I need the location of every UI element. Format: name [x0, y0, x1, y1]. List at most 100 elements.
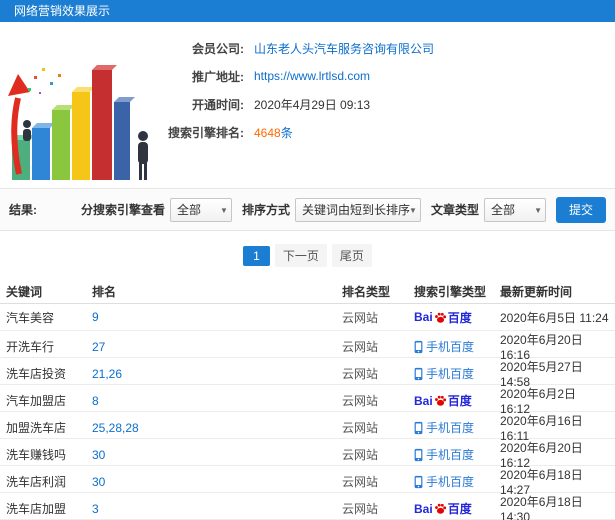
updated-cell: 2020年6月18日 14:30	[500, 495, 583, 520]
engine-rank-count: 4648	[254, 125, 281, 140]
table-row: 洗车店加盟 3 云网站 Bai 百度 2020年6月18日 14:30	[0, 493, 615, 520]
baidu-logo-text-bai: Bai	[414, 310, 433, 324]
engine-cell: Bai 百度 手机百度	[414, 392, 500, 409]
phone-icon	[414, 421, 423, 434]
baidu-logo-text-bai: Bai	[414, 393, 433, 408]
engine-cell: Bai 百度 手机百度	[414, 473, 500, 490]
rank-cell[interactable]: 27	[92, 340, 342, 354]
header-rank-type: 排名类型	[342, 284, 391, 299]
engine-filter-selected-value: 全部	[176, 202, 201, 217]
keyword-cell: 洗车赚钱吗	[6, 448, 67, 462]
rank-cell[interactable]: 30	[92, 448, 342, 462]
article-type-selected-value: 全部	[490, 202, 515, 217]
company-label: 会员公司:	[192, 41, 244, 56]
sort-filter-selected-value: 关键词由短到长排序	[301, 202, 410, 217]
engine-cell: Bai 百度 手机百度	[414, 446, 500, 463]
mobile-baidu-label: 手机百度	[414, 446, 474, 463]
engine-cell: Bai 百度 手机百度	[414, 338, 500, 355]
last-page-button[interactable]: 尾页	[331, 244, 372, 267]
keyword-cell: 汽车美容	[6, 310, 55, 325]
engine-cell: Bai 百度 手机百度	[414, 500, 500, 517]
baidu-logo: Bai 百度	[414, 500, 472, 517]
promo-url-link[interactable]: https://www.lrtlsd.com	[254, 69, 370, 83]
rank-type-cell: 云网站	[342, 310, 379, 325]
rank-type-cell: 云网站	[342, 394, 379, 408]
header-engine-type: 搜索引擎类型	[414, 284, 487, 299]
baidu-logo-text-du: 百度	[447, 310, 472, 325]
rank-type-cell: 云网站	[342, 475, 379, 489]
chevron-down-icon: ▼	[409, 205, 417, 215]
baidu-logo: Bai 百度	[414, 309, 472, 326]
page-number-current[interactable]: 1	[243, 245, 270, 266]
table-row: 洗车店利润 30 云网站 Bai 百度	[0, 466, 615, 497]
engine-rank-label: 搜索引擎排名:	[168, 125, 244, 140]
engine-cell: Bai 百度 手机百度	[414, 365, 500, 382]
next-page-button[interactable]: 下一页	[274, 244, 327, 267]
rank-cell[interactable]: 21,26	[92, 367, 342, 381]
table-header-row: 关键词 排名 排名类型 搜索引擎类型 最新更新时间	[0, 279, 615, 304]
baidu-paw-icon	[434, 311, 447, 324]
table-row: 汽车美容 9 云网站 Bai 百度 2020年6月5日 11:24	[0, 304, 615, 331]
updated-cell: 2020年6月5日 11:24	[500, 310, 609, 325]
baidu-logo-text-du: 百度	[447, 394, 472, 408]
bar-chart-graphic	[8, 65, 148, 180]
phone-icon	[414, 475, 423, 488]
article-type-filter-label: 文章类型	[430, 203, 479, 217]
engine-filter-select[interactable]: 全部 ▼	[169, 197, 232, 222]
table-body: 汽车美容 9 云网站 Bai 百度 2020年6月5日 11:24 开洗车行 2…	[0, 304, 615, 520]
baidu-logo-text-bai: Bai	[414, 501, 433, 516]
engine-rank-row: 搜索引擎排名: 4648条	[158, 124, 615, 140]
phone-icon	[414, 448, 423, 461]
keyword-cell: 开洗车行	[6, 340, 55, 354]
engine-rank-value: 4648条	[254, 124, 293, 141]
company-link[interactable]: 山东老人头汽车服务咨询有限公司	[254, 40, 434, 57]
header-rank: 排名	[92, 284, 117, 299]
baidu-paw-icon	[434, 394, 447, 407]
promo-url-row: 推广地址: https://www.lrtlsd.com	[158, 68, 615, 84]
keyword-cell: 汽车加盟店	[6, 394, 67, 408]
engine-rank-unit: 条	[280, 125, 293, 140]
rank-type-cell: 云网站	[342, 421, 379, 435]
mobile-baidu-label: 手机百度	[414, 365, 474, 382]
phone-icon	[414, 367, 423, 380]
rank-cell[interactable]: 3	[92, 502, 342, 516]
rank-type-cell: 云网站	[342, 502, 379, 516]
person-figure-right	[138, 131, 148, 180]
engine-cell: Bai 百度 手机百度	[414, 309, 500, 326]
mobile-baidu-text: 手机百度	[426, 367, 475, 381]
mobile-baidu-text: 手机百度	[426, 421, 475, 435]
pagination: 1 下一页 尾页	[0, 244, 615, 267]
article-type-select[interactable]: 全部 ▼	[483, 197, 546, 222]
rank-cell[interactable]: 30	[92, 475, 342, 489]
keyword-cell: 洗车店加盟	[6, 502, 67, 516]
rank-cell[interactable]: 9	[92, 310, 342, 324]
table-row: 洗车店投资 21,26 云网站 Bai 百度	[0, 358, 615, 389]
member-info-fields: 会员公司: 山东老人头汽车服务咨询有限公司 推广地址: https://www.…	[158, 32, 615, 182]
mobile-baidu-text: 手机百度	[426, 475, 475, 489]
table-row: 洗车赚钱吗 30 云网站 Bai 百度	[0, 439, 615, 470]
rank-type-cell: 云网站	[342, 340, 379, 354]
mobile-baidu-text: 手机百度	[426, 340, 475, 354]
sort-filter-label: 排序方式	[241, 203, 290, 217]
submit-button[interactable]: 提交	[555, 196, 606, 223]
engine-cell: Bai 百度 手机百度	[414, 419, 500, 436]
rank-cell[interactable]: 25,28,28	[92, 421, 342, 435]
mobile-baidu-text: 手机百度	[426, 448, 475, 462]
header-updated: 最新更新时间	[500, 284, 573, 299]
keyword-cell: 洗车店投资	[6, 367, 67, 381]
person-figure-left	[23, 120, 31, 141]
page-title: 网络营销效果展示	[14, 4, 111, 18]
chevron-down-icon: ▼	[220, 205, 228, 215]
chart-illustration	[6, 32, 158, 182]
header-keyword: 关键词	[6, 284, 43, 299]
rank-cell[interactable]: 8	[92, 394, 342, 408]
result-section-label: 结果:	[9, 203, 37, 217]
member-info-section: 会员公司: 山东老人头汽车服务咨询有限公司 推广地址: https://www.…	[0, 22, 615, 188]
rank-type-cell: 云网站	[342, 448, 379, 462]
baidu-paw-icon	[434, 502, 447, 515]
filter-bar: 结果: 分搜索引擎查看 全部 ▼ 排序方式 关键词由短到长排序 ▼ 文章类型 全…	[0, 188, 615, 231]
open-time-row: 开通时间: 2020年4月29日 09:13	[158, 96, 615, 112]
sort-filter-select[interactable]: 关键词由短到长排序 ▼	[294, 197, 421, 222]
mobile-baidu-label: 手机百度	[414, 419, 474, 436]
engine-filter-label: 分搜索引擎查看	[80, 203, 165, 217]
